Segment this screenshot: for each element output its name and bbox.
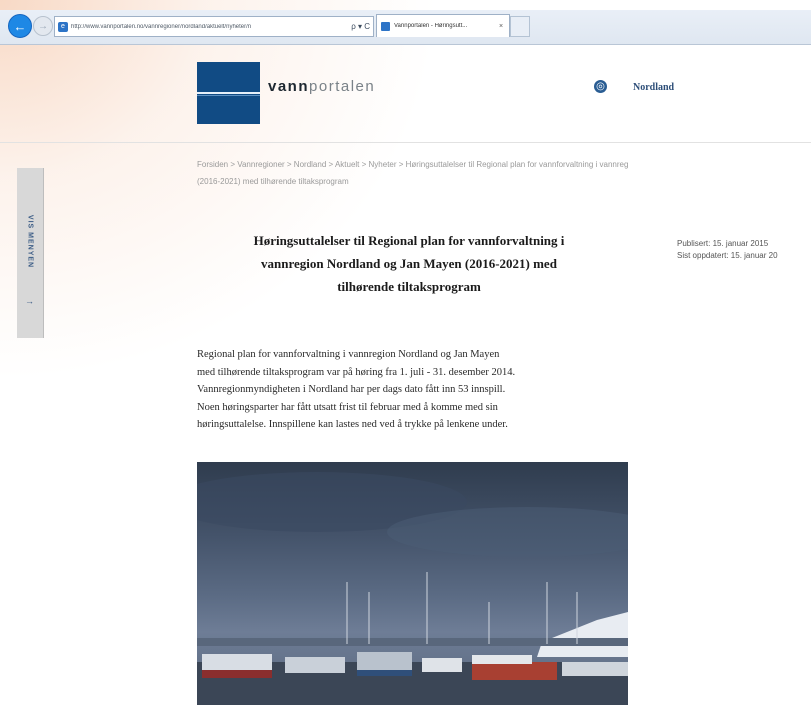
body-line: Vannregionmyndigheten i Nordland har per… (197, 384, 506, 395)
breadcrumb-path-continued[interactable]: (2016-2021) med tilhørende tiltaksprogra… (197, 173, 811, 190)
favicon-icon (381, 21, 390, 31)
arrow-right-icon: → (25, 296, 34, 306)
article-meta: Publisert: 15. januar 2015 Sist oppdater… (677, 238, 778, 262)
address-url[interactable]: http://www.vannportalen.no/vannregioner/… (71, 24, 348, 30)
article-title-line: tilhørende tiltaksprogram (337, 279, 481, 294)
breadcrumb: Forsiden > Vannregioner > Nordland > Akt… (197, 156, 811, 190)
back-arrow-icon[interactable]: ← (8, 14, 32, 38)
tab-close-icon[interactable]: × (499, 23, 509, 30)
published-date: Publisert: 15. januar 2015 (677, 239, 769, 248)
breadcrumb-path[interactable]: Forsiden > Vannregioner > Nordland > Akt… (197, 160, 628, 169)
body-line: Regional plan for vannforvaltning i vann… (197, 349, 500, 360)
address-controls[interactable]: ρ ▾ C (348, 22, 373, 31)
body-line: høringsuttalelse. Innspillene kan lastes… (197, 419, 508, 430)
logo-wave (197, 92, 260, 94)
globe-icon[interactable]: ◎ (594, 80, 607, 93)
tab-title: Vannportalen - Høringsutt... (394, 23, 468, 29)
article-title: Høringsuttalelser til Regional plan for … (214, 229, 604, 298)
updated-date: Sist oppdatert: 15. januar 20 (677, 251, 778, 260)
address-bar[interactable]: e http://www.vannportalen.no/vannregione… (54, 16, 374, 37)
browser-toolbar: ← → e http://www.vannportalen.no/vannreg… (0, 10, 811, 45)
article-body: Regional plan for vannforvaltning i vann… (197, 346, 637, 434)
body-line: med tilhørende tiltaksprogram var på hør… (197, 366, 516, 378)
show-menu-label: VIS MENYEN (26, 214, 34, 269)
site-logo-text[interactable]: vannportalen (268, 78, 375, 95)
logo-wave-shadow (197, 95, 260, 96)
ie-icon: e (58, 21, 68, 32)
logo-bold-text: vann (268, 78, 310, 95)
new-tab-button[interactable] (510, 16, 530, 37)
forward-arrow-icon[interactable]: → (33, 16, 53, 36)
browser-tab[interactable]: Vannportalen - Høringsutt... × (376, 14, 510, 37)
harbor-photo (197, 462, 628, 705)
region-link[interactable]: Nordland (633, 82, 674, 93)
show-menu-tab[interactable]: VIS MENYEN → (17, 168, 44, 338)
site-logo-mark[interactable] (197, 62, 260, 124)
header-divider (0, 142, 811, 143)
body-line: Noen høringsparter har fått utsatt frist… (197, 401, 498, 413)
article-title-line: vannregion Nordland og Jan Mayen (2016-2… (261, 256, 557, 271)
logo-light-text: portalen (309, 78, 376, 95)
harbor-photo-illustration (197, 472, 628, 705)
article-title-line: Høringsuttalelser til Regional plan for … (253, 233, 565, 248)
